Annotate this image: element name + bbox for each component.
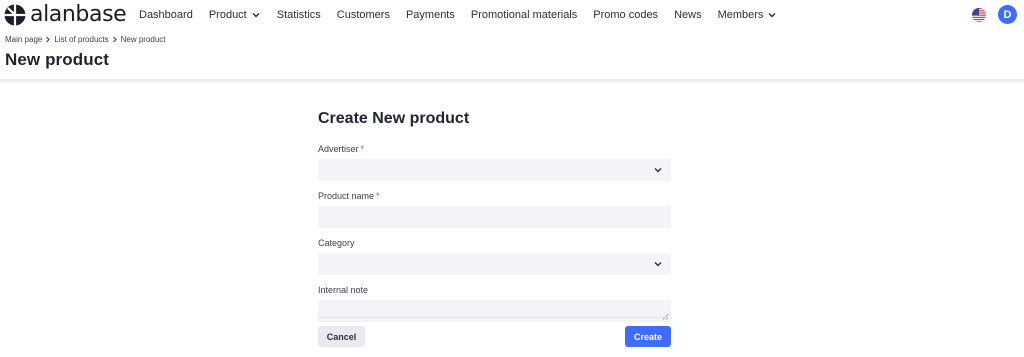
user-avatar[interactable]: D xyxy=(998,5,1017,24)
product-name-label: Product name * xyxy=(318,190,671,202)
breadcrumb: Main page List of products New product xyxy=(5,35,166,44)
advertiser-label-text: Advertiser xyxy=(318,144,359,154)
nav-item-news[interactable]: News xyxy=(674,9,702,21)
nav-item-statistics[interactable]: Statistics xyxy=(277,9,321,21)
avatar-initial: D xyxy=(1003,8,1012,21)
product-name-input[interactable] xyxy=(318,206,671,228)
chevron-right-icon xyxy=(46,36,51,43)
chevron-down-icon xyxy=(654,262,662,267)
nav-item-label: Members xyxy=(717,9,764,21)
alanbase-logo-icon xyxy=(4,4,26,26)
us-flag-icon[interactable] xyxy=(972,8,986,22)
header-divider xyxy=(0,79,1024,83)
nav-item-promotional-materials[interactable]: Promotional materials xyxy=(471,9,577,21)
category-select[interactable] xyxy=(318,253,671,275)
brand-name: alanbase xyxy=(30,2,127,27)
product-name-label-text: Product name xyxy=(318,191,375,201)
form-title: Create New product xyxy=(318,110,470,127)
nav-item-label: Statistics xyxy=(276,9,321,21)
nav-item-promo-codes[interactable]: Promo codes xyxy=(593,9,658,21)
nav-item-dashboard[interactable]: Dashboard xyxy=(139,9,193,21)
breadcrumb-item-main-page[interactable]: Main page xyxy=(5,35,42,44)
top-navbar: alanbase Dashboard Product Statistics Cu… xyxy=(0,0,1024,30)
nav-item-label: Promo codes xyxy=(593,9,659,21)
nav-item-label: Promotional materials xyxy=(470,9,578,21)
chevron-down-icon xyxy=(768,13,776,18)
advertiser-label: Advertiser * xyxy=(318,143,671,155)
main-nav: Dashboard Product Statistics Customers P… xyxy=(139,0,793,30)
internal-note-textarea[interactable] xyxy=(318,300,671,322)
breadcrumb-item-current: New product xyxy=(120,35,166,44)
required-marker: * xyxy=(376,191,380,201)
nav-item-label: Customers xyxy=(336,9,390,21)
nav-item-payments[interactable]: Payments xyxy=(406,9,455,21)
create-button[interactable]: Create xyxy=(625,326,671,347)
breadcrumb-item-list-of-products[interactable]: List of products xyxy=(54,35,108,44)
nav-item-product[interactable]: Product xyxy=(209,9,261,21)
nav-item-members[interactable]: Members xyxy=(718,9,778,21)
category-label: Category xyxy=(318,238,355,248)
advertiser-select[interactable] xyxy=(318,159,671,181)
brand-logo[interactable]: alanbase xyxy=(4,2,127,27)
chevron-right-icon xyxy=(112,36,117,43)
chevron-down-icon xyxy=(654,168,662,173)
required-marker: * xyxy=(360,144,365,154)
nav-item-customers[interactable]: Customers xyxy=(337,9,390,21)
nav-item-label: Payments xyxy=(405,9,455,21)
nav-item-label: Dashboard xyxy=(139,9,193,21)
internal-note-label: Internal note xyxy=(318,285,369,295)
nav-item-label: News xyxy=(674,9,702,21)
cancel-button[interactable]: Cancel xyxy=(318,326,365,347)
nav-item-label: Product xyxy=(208,9,247,21)
form-divider xyxy=(318,317,671,318)
chevron-down-icon xyxy=(252,13,260,18)
create-product-form: Create New product Advertiser * Product n… xyxy=(318,108,671,347)
page-title: New product xyxy=(5,50,110,69)
